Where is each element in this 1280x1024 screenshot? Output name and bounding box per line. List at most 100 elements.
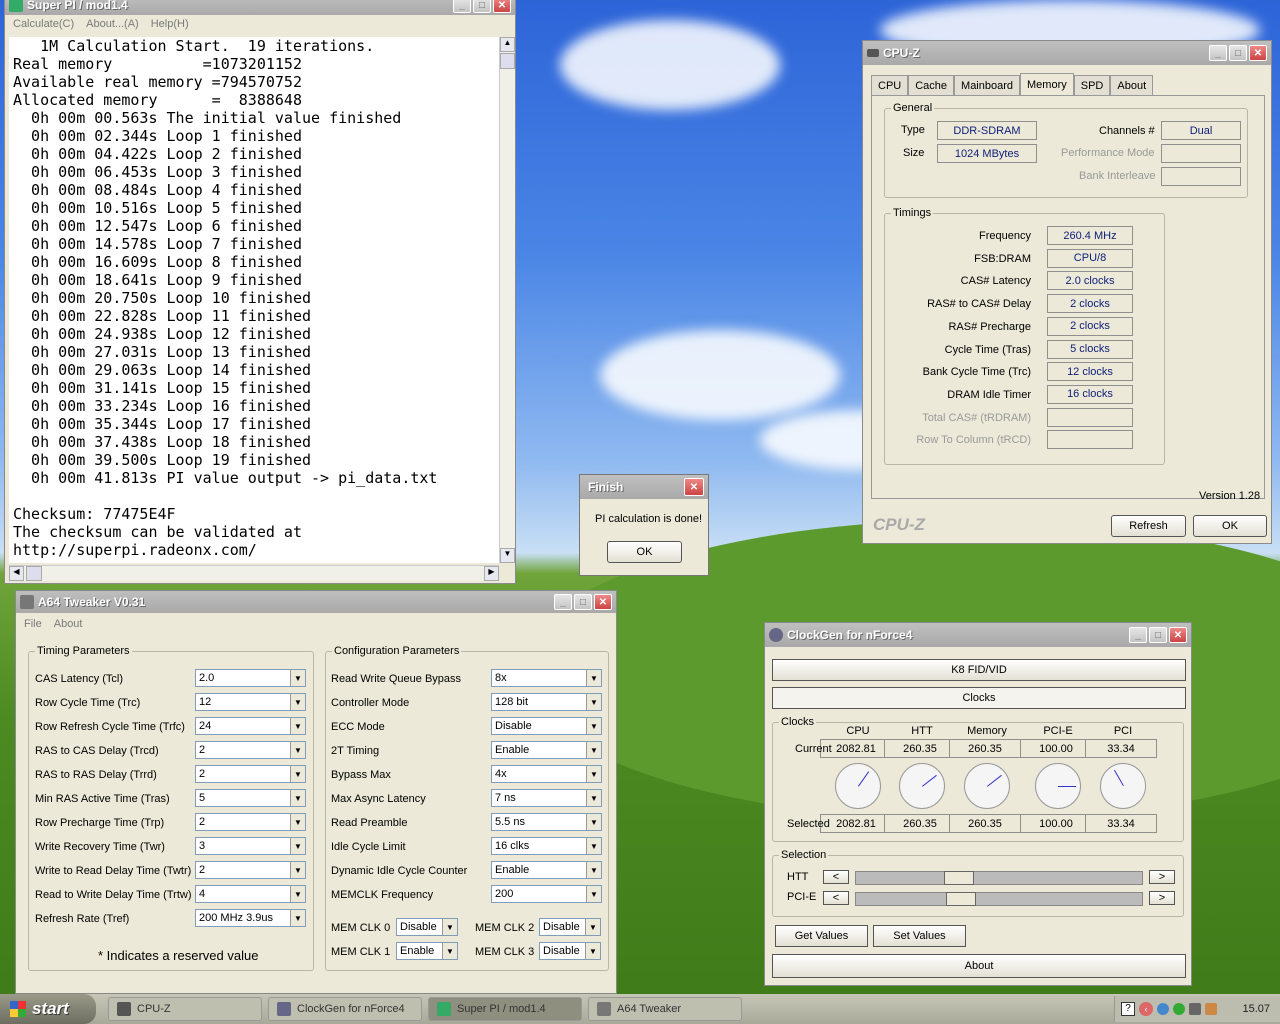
config-param-select[interactable]: Disable ▼ xyxy=(491,717,602,735)
dropdown-arrow-icon[interactable]: ▼ xyxy=(290,814,305,830)
maximize-icon[interactable]: □ xyxy=(473,0,491,13)
timing-param-select[interactable]: 2 ▼ xyxy=(195,741,306,759)
dropdown-arrow-icon[interactable]: ▼ xyxy=(290,718,305,734)
config-param-select[interactable]: Enable ▼ xyxy=(491,741,602,759)
finish-titlebar[interactable]: Finish ✕ xyxy=(580,475,708,499)
menu-calculate[interactable]: Calculate(C) xyxy=(13,18,74,30)
taskbar-item[interactable]: ClockGen for nForce4 xyxy=(268,997,422,1021)
set-values-button[interactable]: Set Values xyxy=(873,925,966,947)
help-icon[interactable]: ? xyxy=(1121,1002,1135,1016)
timing-param-select[interactable]: 200 MHz 3.9us ▼ xyxy=(195,909,306,927)
volume-icon[interactable] xyxy=(1189,1003,1201,1015)
dropdown-arrow-icon[interactable]: ▼ xyxy=(290,694,305,710)
tab-mainboard[interactable]: Mainboard xyxy=(954,75,1021,95)
htt-slider-track[interactable] xyxy=(855,871,1143,885)
pcie-slider-thumb[interactable] xyxy=(946,892,977,906)
dropdown-arrow-icon[interactable]: ▼ xyxy=(290,862,305,878)
refresh-button[interactable]: Refresh xyxy=(1111,515,1186,537)
dropdown-arrow-icon[interactable]: ▼ xyxy=(586,862,601,878)
timing-param-select[interactable]: 2 ▼ xyxy=(195,813,306,831)
tab-memory[interactable]: Memory xyxy=(1020,73,1074,95)
taskbar-item[interactable]: CPU-Z xyxy=(108,997,262,1021)
memclk-select[interactable]: Disable ▼ xyxy=(539,918,601,936)
dropdown-arrow-icon[interactable]: ▼ xyxy=(586,886,601,902)
about-button[interactable]: About xyxy=(772,954,1186,978)
network-icon[interactable] xyxy=(1157,1003,1169,1015)
taskbar-item[interactable]: A64 Tweaker xyxy=(588,997,742,1021)
config-param-select[interactable]: 200 ▼ xyxy=(491,885,602,903)
timing-param-select[interactable]: 4 ▼ xyxy=(195,885,306,903)
maximize-icon[interactable]: □ xyxy=(1149,627,1167,643)
close-icon[interactable]: ✕ xyxy=(493,0,511,13)
vertical-scrollbar[interactable]: ▲ ▼ xyxy=(499,37,515,563)
config-param-select[interactable]: 16 clks ▼ xyxy=(491,837,602,855)
security-icon[interactable] xyxy=(1173,1003,1185,1015)
config-param-select[interactable]: 8x ▼ xyxy=(491,669,602,687)
timing-param-select[interactable]: 5 ▼ xyxy=(195,789,306,807)
dropdown-arrow-icon[interactable]: ▼ xyxy=(586,766,601,782)
start-button[interactable]: start xyxy=(0,994,96,1024)
clocks-button[interactable]: Clocks xyxy=(772,687,1186,709)
minimize-icon[interactable]: _ xyxy=(1209,45,1227,61)
close-icon[interactable]: ✕ xyxy=(684,478,704,496)
close-icon[interactable]: ✕ xyxy=(594,594,612,610)
dropdown-arrow-icon[interactable]: ▼ xyxy=(585,919,600,935)
menu-help[interactable]: Help(H) xyxy=(151,18,189,30)
htt-decrease-icon[interactable]: < xyxy=(823,870,849,884)
tab-spd[interactable]: SPD xyxy=(1073,75,1111,95)
close-icon[interactable]: ✕ xyxy=(1249,45,1267,61)
htt-increase-icon[interactable]: > xyxy=(1149,870,1175,884)
superpi-output[interactable]: 1M Calculation Start. 19 iterations. Real… xyxy=(9,37,499,563)
minimize-icon[interactable]: _ xyxy=(554,594,572,610)
scroll-left-icon[interactable]: ◀ xyxy=(9,566,24,581)
dropdown-arrow-icon[interactable]: ▼ xyxy=(290,742,305,758)
timing-param-select[interactable]: 12 ▼ xyxy=(195,693,306,711)
htt-slider-thumb[interactable] xyxy=(943,871,974,885)
scroll-down-icon[interactable]: ▼ xyxy=(500,548,515,563)
dropdown-arrow-icon[interactable]: ▼ xyxy=(586,694,601,710)
dropdown-arrow-icon[interactable]: ▼ xyxy=(586,838,601,854)
cpuz-ok-button[interactable]: OK xyxy=(1193,515,1267,537)
dropdown-arrow-icon[interactable]: ▼ xyxy=(290,790,305,806)
menu-file[interactable]: File xyxy=(24,618,42,630)
taskbar-item[interactable]: Super PI / mod1.4 xyxy=(428,997,582,1021)
dropdown-arrow-icon[interactable]: ▼ xyxy=(290,910,305,926)
finish-ok-button[interactable]: OK xyxy=(607,541,682,563)
maximize-icon[interactable]: □ xyxy=(574,594,592,610)
dropdown-arrow-icon[interactable]: ▼ xyxy=(586,742,601,758)
pcie-decrease-icon[interactable]: < xyxy=(823,891,849,905)
config-param-select[interactable]: 7 ns ▼ xyxy=(491,789,602,807)
config-param-select[interactable]: Enable ▼ xyxy=(491,861,602,879)
dropdown-arrow-icon[interactable]: ▼ xyxy=(290,886,305,902)
dropdown-arrow-icon[interactable]: ▼ xyxy=(586,670,601,686)
tab-about[interactable]: About xyxy=(1110,75,1154,95)
a64-titlebar[interactable]: A64 Tweaker V0.31 _ □ ✕ xyxy=(16,591,616,613)
tab-cpu[interactable]: CPU xyxy=(871,75,909,95)
tab-cache[interactable]: Cache xyxy=(908,75,955,95)
memclk-select[interactable]: Disable ▼ xyxy=(539,942,601,960)
scroll-thumb[interactable] xyxy=(500,53,515,69)
expand-tray-icon[interactable]: ‹ xyxy=(1139,1002,1153,1016)
menu-about[interactable]: About xyxy=(54,618,83,630)
timing-param-select[interactable]: 2 ▼ xyxy=(195,765,306,783)
timing-param-select[interactable]: 2.0 ▼ xyxy=(195,669,306,687)
dropdown-arrow-icon[interactable]: ▼ xyxy=(290,766,305,782)
tray-app-icon[interactable] xyxy=(1205,1003,1217,1015)
dropdown-arrow-icon[interactable]: ▼ xyxy=(586,790,601,806)
scroll-right-icon[interactable]: ▶ xyxy=(484,566,499,581)
dropdown-arrow-icon[interactable]: ▼ xyxy=(585,943,600,959)
pcie-slider-track[interactable] xyxy=(855,892,1143,906)
timing-param-select[interactable]: 24 ▼ xyxy=(195,717,306,735)
config-param-select[interactable]: 4x ▼ xyxy=(491,765,602,783)
superpi-titlebar[interactable]: Super PI / mod1.4 _ □ ✕ xyxy=(5,0,515,15)
dropdown-arrow-icon[interactable]: ▼ xyxy=(586,718,601,734)
minimize-icon[interactable]: _ xyxy=(1129,627,1147,643)
pcie-increase-icon[interactable]: > xyxy=(1149,891,1175,905)
dropdown-arrow-icon[interactable]: ▼ xyxy=(290,838,305,854)
scroll-hthumb[interactable] xyxy=(26,566,42,581)
timing-param-select[interactable]: 2 ▼ xyxy=(195,861,306,879)
cpuz-titlebar[interactable]: CPU-Z _ □ ✕ xyxy=(863,41,1271,65)
memclk-select[interactable]: Enable ▼ xyxy=(396,942,458,960)
horizontal-scrollbar[interactable]: ◀ ▶ xyxy=(9,565,499,581)
close-icon[interactable]: ✕ xyxy=(1169,627,1187,643)
